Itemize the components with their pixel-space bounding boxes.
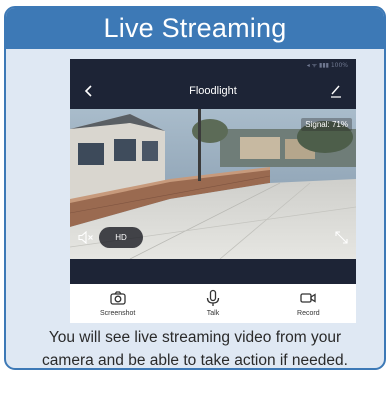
description-text: You will see live streaming video from y… [6, 326, 384, 369]
screenshot-label: Screenshot [99, 310, 136, 317]
talk-label: Talk [206, 310, 220, 317]
app-title: Floodlight [189, 85, 237, 97]
card-title: Live Streaming [6, 8, 384, 49]
edit-pencil-icon[interactable] [329, 83, 342, 98]
video-controls-band [70, 259, 356, 284]
record-label: Record [297, 310, 320, 317]
record-button[interactable]: Record [261, 284, 356, 323]
action-toolbar: Screenshot Talk Record [70, 284, 356, 323]
info-card: Live Streaming ◂ ᯤ ▮▮▮ 100% Floodlight S… [4, 6, 386, 370]
status-bar-icons: ◂ ᯤ ▮▮▮ 100% [306, 62, 348, 69]
description-line-2: camera and be able to take action if nee… [42, 352, 348, 369]
app-bar: ◂ ᯤ ▮▮▮ 100% Floodlight [70, 59, 356, 109]
fullscreen-icon[interactable] [335, 231, 348, 244]
live-video-feed[interactable]: Signal: 71% HD [70, 109, 356, 259]
screenshot-button[interactable]: Screenshot [70, 284, 165, 323]
talk-button[interactable]: Talk [165, 284, 260, 323]
description-line-1: You will see live streaming video from y… [48, 329, 342, 346]
video-camera-icon [300, 293, 316, 303]
microphone-icon [206, 289, 220, 306]
quality-toggle-button[interactable]: HD [99, 227, 143, 248]
signal-strength-label: Signal: 71% [301, 118, 352, 131]
speaker-muted-icon[interactable] [78, 231, 94, 244]
camera-icon [110, 291, 126, 305]
phone-screenshot: ◂ ᯤ ▮▮▮ 100% Floodlight Signal: 71% HD S… [70, 59, 356, 323]
